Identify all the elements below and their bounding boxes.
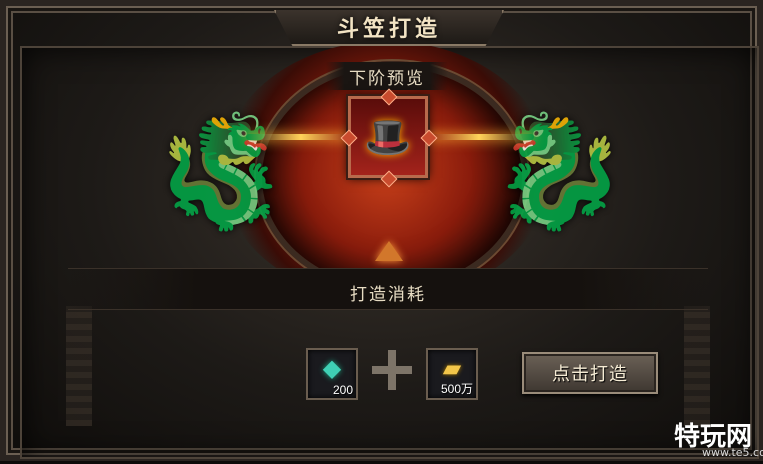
left-chain-decoration xyxy=(66,306,92,426)
next-tier-preview-slot[interactable]: 🎩 xyxy=(348,96,428,178)
material-quantity: 200 xyxy=(332,383,353,397)
cost-label: 打造消耗 xyxy=(350,284,426,305)
panel-title: 斗笠打造 xyxy=(336,16,441,42)
gold-ingot-icon: ▰ xyxy=(442,354,462,382)
plus-icon xyxy=(372,350,412,390)
title-plate: 斗笠打造 xyxy=(274,10,504,46)
preview-label-plate: 下阶预览 xyxy=(326,62,448,90)
orange-triangle-icon xyxy=(375,241,403,261)
site-watermark: 特玩网 www.te5.com xyxy=(674,416,763,464)
left-light-beam xyxy=(246,134,356,140)
golden-hat-icon: 🎩 xyxy=(364,114,412,159)
left-dragon-ornament: 🐉 xyxy=(152,107,290,235)
forge-panel: 🐉 🐉 斗笠打造 下阶预览 🎩 打造消耗 ◆ 200 ▰ 500万 点击打造 特… xyxy=(0,0,763,461)
material-slot-gold[interactable]: ▰ 500万 xyxy=(426,348,478,400)
right-dragon-ornament: 🐉 xyxy=(490,107,628,235)
material-quantity: 500万 xyxy=(440,382,473,396)
jade-gem-icon: ◆ xyxy=(322,354,342,382)
right-chain-decoration xyxy=(684,306,710,426)
craft-button-label: 点击打造 xyxy=(552,364,628,385)
cost-label-plate: 打造消耗 xyxy=(306,278,470,306)
craft-button[interactable]: 点击打造 xyxy=(522,352,658,394)
preview-label: 下阶预览 xyxy=(349,68,425,89)
right-light-beam xyxy=(424,134,534,140)
material-slot-gem[interactable]: ◆ 200 xyxy=(306,348,358,400)
watermark-site: www.te5.com xyxy=(702,446,763,459)
